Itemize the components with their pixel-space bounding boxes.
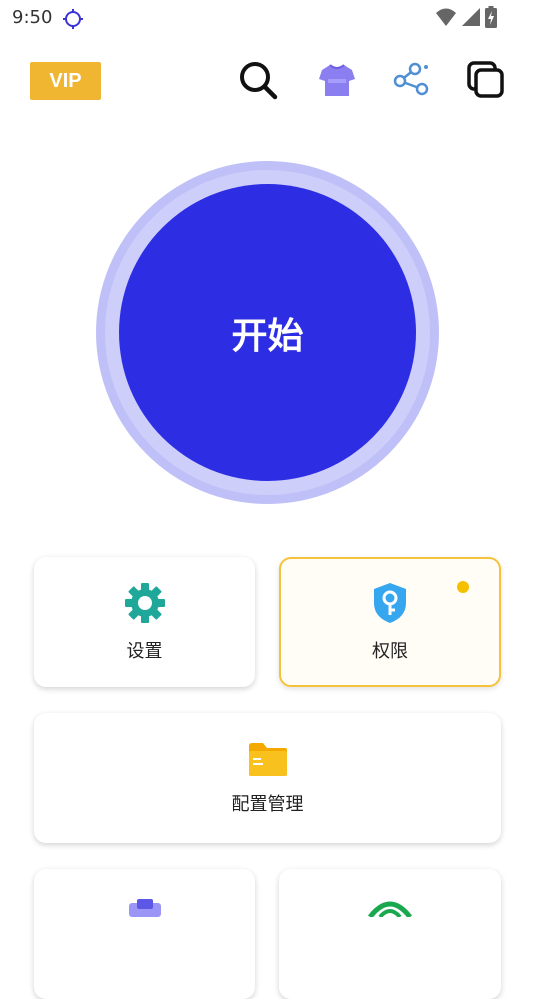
search-icon[interactable]: [237, 59, 279, 101]
layers-icon: [125, 897, 165, 921]
status-time: 9:50: [12, 7, 53, 28]
wifi-icon: [435, 7, 457, 31]
gear-icon: [123, 581, 167, 629]
bottom-left-card[interactable]: [34, 869, 255, 999]
folder-icon: [247, 740, 289, 782]
start-button[interactable]: 开始: [119, 184, 416, 481]
config-management-card[interactable]: 配置管理: [34, 713, 501, 843]
green-circle-icon: [368, 901, 412, 921]
settings-card[interactable]: 设置: [34, 557, 255, 687]
permissions-label: 权限: [372, 641, 408, 662]
bottom-right-card[interactable]: [279, 869, 501, 999]
settings-label: 设置: [126, 641, 163, 662]
tshirt-icon[interactable]: [316, 59, 358, 101]
share-icon[interactable]: [390, 59, 432, 101]
location-icon: [62, 8, 84, 34]
vip-badge[interactable]: VIP: [30, 62, 101, 100]
config-management-label: 配置管理: [231, 794, 304, 815]
notification-dot: [457, 581, 469, 593]
copy-windows-icon[interactable]: [465, 59, 507, 101]
shield-key-icon: [370, 581, 410, 629]
battery-charging-icon: [485, 6, 497, 32]
signal-icon: [461, 7, 481, 31]
status-bar: 9:50: [0, 0, 535, 36]
permissions-card[interactable]: 权限: [279, 557, 501, 687]
